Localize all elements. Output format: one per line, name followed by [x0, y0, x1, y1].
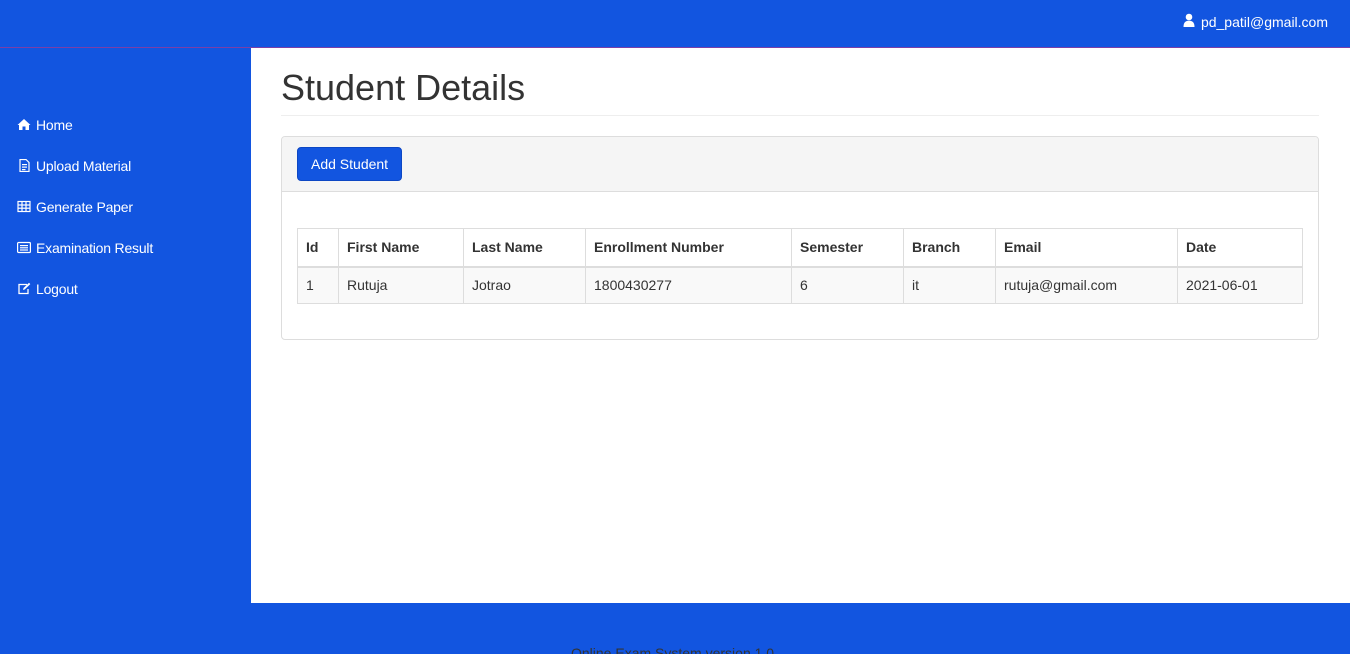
student-table: Id First Name Last Name Enrollment Numbe…	[297, 228, 1303, 304]
add-student-button[interactable]: Add Student	[297, 147, 403, 181]
sidebar-item-label: Examination Result	[36, 239, 154, 256]
footer-text: Online Exam System version 1.0	[571, 645, 775, 654]
cell-semester: 6	[791, 266, 904, 304]
cell-last-name: Jotrao	[463, 266, 586, 304]
sidebar-item-label: Upload Material	[36, 157, 132, 174]
top-navbar: pd_patil@gmail.com	[0, 0, 1350, 48]
column-header-enrollment-number: Enrollment Number	[585, 228, 792, 268]
column-header-semester: Semester	[791, 228, 904, 268]
sidebar-item-logout[interactable]: Logout	[0, 268, 251, 309]
student-panel: Add Student Id First Name Last Name Enro…	[281, 136, 1319, 340]
user-menu[interactable]: pd_patil@gmail.com	[1183, 13, 1328, 30]
column-header-date: Date	[1177, 228, 1303, 268]
table-row: 1 Rutuja Jotrao 1800430277 6 it rutuja@g…	[297, 266, 1303, 304]
home-icon	[16, 118, 32, 132]
sidebar-item-label: Home	[36, 116, 73, 133]
edit-icon	[16, 282, 32, 296]
sidebar-item-label: Generate Paper	[36, 198, 133, 215]
sidebar-item-home[interactable]: Home	[0, 104, 251, 145]
user-icon	[1183, 13, 1195, 30]
cell-enrollment-number: 1800430277	[585, 266, 792, 304]
sidebar-item-upload-material[interactable]: Upload Material	[0, 145, 251, 186]
sidebar-item-examination-result[interactable]: Examination Result	[0, 227, 251, 268]
column-header-first-name: First Name	[338, 228, 464, 268]
sidebar: Home Upload Material Generate Paper Exam…	[0, 48, 251, 603]
cell-id: 1	[297, 266, 339, 304]
footer: Online Exam System version 1.0	[251, 603, 1350, 654]
sidebar-item-generate-paper[interactable]: Generate Paper	[0, 186, 251, 227]
sidebar-nav: Home Upload Material Generate Paper Exam…	[0, 104, 251, 309]
user-email: pd_patil@gmail.com	[1200, 13, 1328, 30]
cell-email: rutuja@gmail.com	[995, 266, 1178, 304]
column-header-last-name: Last Name	[463, 228, 586, 268]
cell-first-name: Rutuja	[338, 266, 464, 304]
cell-date: 2021-06-01	[1177, 266, 1303, 304]
column-header-branch: Branch	[903, 228, 996, 268]
table-icon	[16, 200, 32, 214]
page-title: Student Details	[281, 67, 526, 108]
cell-branch: it	[903, 266, 996, 304]
list-icon	[16, 241, 32, 255]
column-header-id: Id	[297, 228, 339, 268]
file-icon	[16, 159, 32, 173]
main-content: Student Details Add Student Id First Nam…	[251, 48, 1350, 603]
sidebar-item-label: Logout	[36, 280, 78, 297]
table-header-row: Id First Name Last Name Enrollment Numbe…	[297, 228, 1303, 268]
panel-heading: Add Student	[282, 137, 1318, 192]
title-divider	[281, 115, 1319, 116]
column-header-email: Email	[995, 228, 1178, 268]
